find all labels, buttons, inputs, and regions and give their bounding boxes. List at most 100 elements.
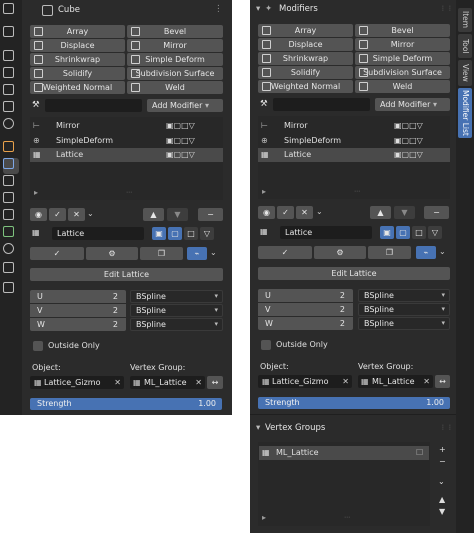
u-interpolation-dropdown[interactable]: BSpline ▾: [358, 289, 450, 302]
collapse-arrow-icon[interactable]: ▾: [256, 423, 260, 433]
modifier-mirror-button[interactable]: Mirror: [355, 38, 450, 51]
apply-icon[interactable]: ✓: [277, 206, 294, 219]
chevron-down-icon[interactable]: ⌄: [87, 208, 94, 220]
panel-drag-handle[interactable]: ⋮⋮: [440, 424, 454, 431]
w-interpolation-dropdown[interactable]: BSpline ▾: [130, 318, 223, 331]
remove-vertex-group-button[interactable]: −: [439, 456, 446, 468]
v-resolution-field[interactable]: V2: [30, 304, 126, 317]
visibility-toggles[interactable]: ▣▢□▽: [166, 120, 195, 132]
move-down-button[interactable]: ▼: [167, 208, 188, 221]
vertex-group-specials-icon[interactable]: ⌄: [438, 476, 445, 488]
camera-toggle-icon[interactable]: ▣: [380, 226, 394, 239]
stack-item-lattice[interactable]: Lattice: [284, 149, 311, 161]
move-group-up-icon[interactable]: ▲: [439, 494, 445, 506]
v-interpolation-dropdown[interactable]: BSpline ▾: [130, 304, 223, 317]
render-icon[interactable]: [3, 50, 19, 66]
tab-view[interactable]: View: [458, 60, 472, 86]
w-interpolation-dropdown[interactable]: BSpline ▾: [358, 317, 450, 330]
apply-modifier-button[interactable]: ✓: [258, 246, 312, 259]
modifier-displace-button[interactable]: Displace: [258, 38, 353, 51]
add-modifier-dropdown[interactable]: Add Modifier ▾: [375, 98, 450, 111]
show-viewport-icon[interactable]: ◉: [30, 208, 47, 221]
viewport-toggle-icon[interactable]: ▢: [396, 226, 410, 239]
strength-slider[interactable]: Strength 1.00: [30, 398, 222, 410]
output-icon[interactable]: [3, 67, 19, 83]
modifier-bevel-button[interactable]: Bevel: [127, 25, 223, 38]
panel-drag-handle[interactable]: ⋮⋮: [440, 5, 454, 12]
vertex-group-invert-icon[interactable]: ⌁: [187, 247, 207, 260]
modifier-mirror-button[interactable]: Mirror: [127, 39, 223, 52]
modifier-solidify-button[interactable]: Solidify: [258, 66, 353, 79]
v-interpolation-dropdown[interactable]: BSpline ▾: [358, 303, 450, 316]
modifier-name-field[interactable]: Lattice: [52, 227, 144, 240]
camera-toggle-icon[interactable]: ▣: [152, 227, 166, 240]
visibility-toggles[interactable]: ▣▢□▽: [394, 135, 423, 147]
checker-icon[interactable]: [3, 282, 19, 298]
dropdown-chevron-icon[interactable]: ⌄: [210, 247, 217, 259]
resize-grip[interactable]: ⋯: [344, 514, 351, 521]
stack-item-mirror[interactable]: Mirror: [284, 120, 308, 132]
tool-icon[interactable]: [3, 26, 19, 42]
texture-icon[interactable]: [3, 262, 19, 278]
editmode-toggle-icon[interactable]: □: [412, 226, 426, 239]
visibility-toggles[interactable]: ▣▢□▽: [166, 149, 195, 161]
copy-modifier-button[interactable]: ❐: [140, 247, 183, 260]
world-icon[interactable]: [3, 118, 19, 134]
wrench-icon[interactable]: [3, 158, 19, 174]
apply-shape-key-button[interactable]: ⚙: [86, 247, 138, 260]
resize-grip[interactable]: ⋯: [126, 189, 133, 196]
scene-icon[interactable]: [3, 101, 19, 117]
edit-lattice-button[interactable]: Edit Lattice: [258, 267, 450, 280]
add-modifier-dropdown[interactable]: Add Modifier ▾: [147, 99, 223, 112]
invert-vertex-group-icon[interactable]: ↔: [435, 375, 450, 388]
collapse-arrow-icon[interactable]: ▾: [256, 4, 260, 14]
modifier-solidify-button[interactable]: Solidify: [30, 67, 125, 80]
physics-icon[interactable]: [3, 192, 19, 208]
delete-icon[interactable]: ✕: [68, 208, 85, 221]
pin-icon[interactable]: ✦: [265, 4, 272, 14]
modifier-weld-button[interactable]: Weld: [355, 80, 450, 93]
particles-icon[interactable]: [3, 175, 19, 191]
move-up-button[interactable]: ▲: [143, 208, 164, 221]
editor-type-icon[interactable]: [3, 3, 19, 19]
remove-button[interactable]: −: [424, 206, 449, 219]
u-interpolation-dropdown[interactable]: BSpline ▾: [130, 290, 223, 303]
modifier-search-field[interactable]: [273, 98, 370, 111]
move-up-button[interactable]: ▲: [370, 206, 391, 219]
modifier-subdivision-button[interactable]: Subdivision Surface: [355, 66, 450, 79]
apply-icon[interactable]: ✓: [49, 208, 66, 221]
expand-arrow-icon[interactable]: ▸: [262, 186, 266, 198]
modifier-array-button[interactable]: Array: [30, 25, 125, 38]
tab-item[interactable]: Item: [458, 8, 472, 32]
stack-item-simpledeform[interactable]: SimpleDeform: [56, 135, 113, 147]
delete-icon[interactable]: ✕: [296, 206, 313, 219]
modifier-subdivision-button[interactable]: Subdivision Surface: [127, 67, 223, 80]
show-viewport-icon[interactable]: ◉: [258, 206, 275, 219]
stack-item-lattice[interactable]: Lattice: [56, 149, 83, 161]
modifier-bevel-button[interactable]: Bevel: [355, 24, 450, 37]
dropdown-chevron-icon[interactable]: ⌄: [439, 246, 446, 258]
cage-toggle-icon[interactable]: ▽: [200, 227, 214, 240]
add-vertex-group-button[interactable]: +: [439, 444, 446, 456]
pin-icon[interactable]: ⋮: [214, 4, 223, 14]
outside-only-checkbox[interactable]: [33, 341, 43, 351]
material-icon[interactable]: [3, 243, 19, 259]
outside-only-checkbox[interactable]: [261, 340, 271, 350]
tab-tool[interactable]: Tool: [458, 34, 472, 58]
tab-modifier-list[interactable]: Modifier List: [458, 88, 472, 138]
cage-toggle-icon[interactable]: ▽: [428, 226, 442, 239]
modifier-array-button[interactable]: Array: [258, 24, 353, 37]
edit-lattice-button[interactable]: Edit Lattice: [30, 268, 223, 281]
modifier-weighted-normal-button[interactable]: Weighted Normal: [30, 81, 125, 94]
visibility-toggles[interactable]: ▣▢□▽: [166, 135, 195, 147]
object-data-icon[interactable]: [3, 226, 19, 242]
apply-shape-key-button[interactable]: ⚙: [314, 246, 366, 259]
object-field[interactable]: ▦ Lattice_Gizmo ✕: [258, 375, 352, 388]
move-group-down-icon[interactable]: ▼: [439, 506, 445, 518]
modifier-weighted-normal-button[interactable]: Weighted Normal: [258, 80, 353, 93]
visibility-toggles[interactable]: ▣▢□▽: [394, 120, 423, 132]
apply-modifier-button[interactable]: ✓: [30, 247, 84, 260]
modifier-simple-deform-button[interactable]: Simple Deform: [127, 53, 223, 66]
modifier-shrinkwrap-button[interactable]: Shrinkwrap: [30, 53, 125, 66]
modifier-simple-deform-button[interactable]: Simple Deform: [355, 52, 450, 65]
